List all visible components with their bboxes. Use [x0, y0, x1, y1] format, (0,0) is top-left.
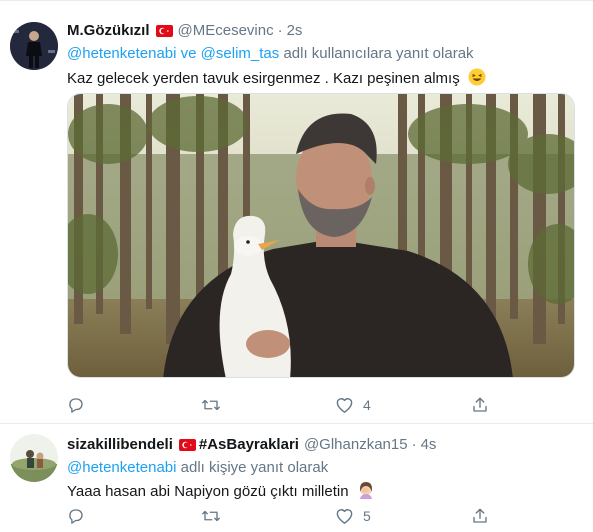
author-name[interactable]: sizakillibendeli [67, 436, 173, 453]
tweet-text-body: Yaaa hasan abi Napiyon gözü çıktı millet… [67, 482, 349, 500]
author-name-hashtag: #AsBayraklari [198, 436, 299, 453]
share-icon [471, 396, 489, 414]
share-button[interactable] [471, 506, 489, 526]
tweet-actions: 5 [67, 506, 507, 526]
share-icon [471, 507, 489, 525]
reply-suffix: adlı kişiye yanıt olarak [180, 459, 329, 476]
turkey-flag-icon [155, 24, 173, 37]
heart-icon [335, 507, 354, 525]
author-name[interactable]: M.Gözükızıl [67, 22, 150, 39]
heart-icon [335, 396, 354, 414]
tweet-photo[interactable] [67, 93, 575, 378]
share-button[interactable] [471, 395, 489, 415]
retweet-button[interactable] [201, 395, 221, 415]
timestamp[interactable]: 2s [287, 22, 303, 39]
reply-icon [67, 396, 85, 414]
timestamp[interactable]: 4s [421, 436, 437, 453]
avatar[interactable] [10, 434, 58, 482]
turkey-flag-icon [178, 438, 196, 451]
tweet-text-body: Kaz gelecek yerden tavuk esirgenmez . Ka… [67, 69, 460, 87]
tweet[interactable]: sizakillibendeli #AsBayraklari @Glhanzka… [0, 424, 593, 532]
separator-dot: · [277, 22, 283, 39]
like-button[interactable]: 4 [335, 395, 371, 415]
mention-link[interactable]: @hetenketenabi [67, 459, 176, 476]
like-count: 4 [363, 397, 371, 413]
reply-icon [67, 507, 85, 525]
retweet-icon [201, 507, 221, 525]
reply-joiner: ve [180, 45, 197, 62]
retweet-button[interactable] [201, 506, 221, 526]
grinning-squinting-face-emoji-icon [468, 68, 486, 90]
reply-context: @hetenketenabi adlı kişiye yanıt olarak [67, 459, 328, 476]
separator-dot: · [411, 436, 417, 453]
tweet-header: M.Gözükızıl @MEcesevinc · 2s [67, 22, 302, 39]
author-handle[interactable]: @Glhanzkan15 [304, 436, 408, 453]
reply-button[interactable] [67, 506, 85, 526]
reply-context: @hetenketenabi ve @selim_tas adlı kullan… [67, 45, 474, 62]
like-count: 5 [363, 508, 371, 524]
tweet-header: sizakillibendeli #AsBayraklari @Glhanzka… [67, 436, 436, 453]
tweet-text: Kaz gelecek yerden tavuk esirgenmez . Ka… [67, 68, 486, 90]
mention-link[interactable]: @selim_tas [201, 45, 280, 62]
retweet-icon [201, 396, 221, 414]
tweet[interactable]: M.Gözükızıl @MEcesevinc · 2s @hetenketen… [0, 0, 593, 424]
author-handle[interactable]: @MEcesevinc [178, 22, 274, 39]
tweet-text: Yaaa hasan abi Napiyon gözü çıktı millet… [67, 481, 375, 503]
reply-button[interactable] [67, 395, 85, 415]
avatar[interactable] [10, 22, 58, 70]
reply-suffix: adlı kullanıcılara yanıt olarak [283, 45, 474, 62]
tweet-actions: 4 [67, 395, 507, 415]
mention-link[interactable]: @hetenketenabi [67, 45, 176, 62]
like-button[interactable]: 5 [335, 506, 371, 526]
woman-facepalming-emoji-icon [357, 481, 375, 503]
